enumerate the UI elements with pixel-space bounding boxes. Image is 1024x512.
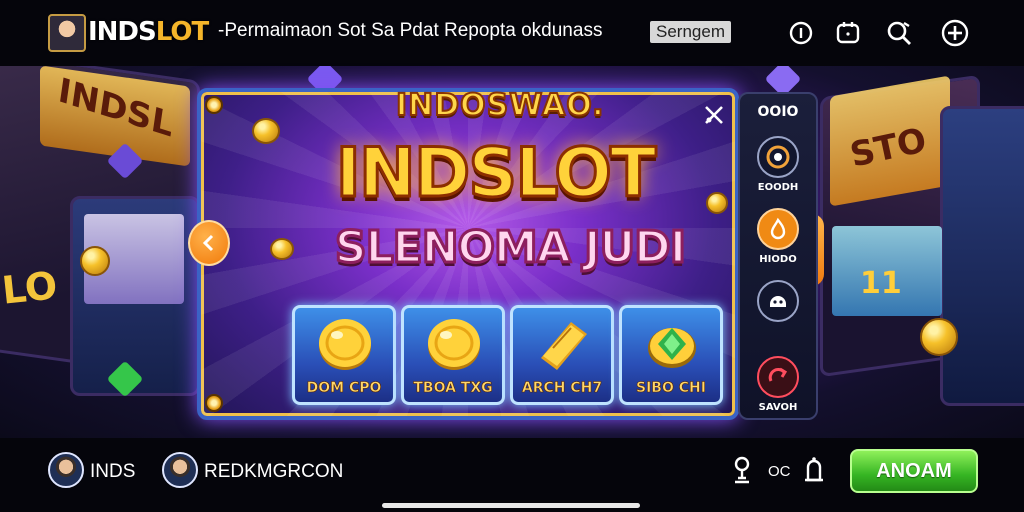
gold-coin-icon bbox=[319, 319, 371, 370]
prize-card[interactable]: SIBO CHI bbox=[619, 305, 723, 405]
user-name[interactable]: REDKMGRCON bbox=[204, 461, 343, 483]
panel-title: INDSLOT bbox=[334, 133, 658, 215]
prize-label: DOM CPO bbox=[306, 380, 382, 397]
site-logo[interactable]: INDSLOT bbox=[88, 17, 209, 47]
logo-text-accent: LOT bbox=[155, 17, 209, 47]
logo-avatar[interactable] bbox=[48, 14, 86, 52]
user-name[interactable]: INDS bbox=[90, 461, 135, 483]
coin-icon bbox=[920, 318, 958, 356]
add-icon[interactable] bbox=[938, 16, 972, 50]
trophy-icon[interactable] bbox=[728, 454, 756, 486]
quick-menu-item[interactable]: SAVOH bbox=[738, 356, 818, 413]
gold-coin-icon bbox=[428, 319, 480, 370]
quick-menu-title: OOIO bbox=[757, 104, 799, 120]
prize-label: SIBO CHI bbox=[636, 380, 707, 397]
panel-headline: SLENOMA JUDI bbox=[333, 221, 687, 275]
bell-icon[interactable] bbox=[800, 454, 828, 486]
tagline-badge[interactable]: Serngem bbox=[650, 21, 731, 43]
green-gem-icon bbox=[648, 328, 696, 368]
arcade-sign-right-lower: 11 bbox=[860, 266, 902, 301]
quick-menu-item[interactable] bbox=[738, 280, 818, 326]
quick-menu-item[interactable]: EOODH bbox=[738, 136, 818, 193]
quick-menu-label: EOODH bbox=[757, 182, 799, 193]
home-indicator[interactable] bbox=[382, 503, 640, 508]
logo-text-main: INDS bbox=[88, 17, 157, 47]
prize-card[interactable]: TBOA TXG bbox=[401, 305, 505, 405]
wheel-icon bbox=[757, 136, 799, 178]
info-icon[interactable] bbox=[784, 16, 818, 50]
panel-rivet-icon bbox=[205, 96, 223, 114]
avatar[interactable] bbox=[162, 452, 198, 488]
coin-icon bbox=[80, 246, 110, 276]
coin-icon bbox=[706, 192, 728, 214]
golden-ticket-icon bbox=[541, 322, 587, 370]
close-icon[interactable] bbox=[701, 102, 727, 128]
quick-menu-label: SAVOH bbox=[758, 402, 798, 413]
prize-card[interactable]: DOM CPO bbox=[292, 305, 396, 405]
avatar[interactable] bbox=[48, 452, 84, 488]
coin-icon bbox=[252, 118, 280, 144]
cta-button[interactable]: ANOAM bbox=[850, 449, 978, 493]
prize-card[interactable]: ARCH CH7 bbox=[510, 305, 614, 405]
search-icon[interactable] bbox=[882, 16, 916, 50]
chevron-left-icon bbox=[202, 234, 214, 252]
quick-menu-item[interactable]: HIODO bbox=[738, 208, 818, 265]
coin-icon bbox=[270, 238, 294, 260]
quick-menu-label: HIODO bbox=[759, 254, 797, 265]
refresh-icon bbox=[757, 356, 799, 398]
panel-rivet-icon bbox=[205, 394, 223, 412]
fire-icon bbox=[757, 208, 799, 250]
prize-label: TBOA TXG bbox=[413, 380, 493, 397]
site-tagline: -Permaimaon Sot Sa Pdat Repopta okdunass bbox=[218, 20, 603, 41]
slot-machine-right bbox=[940, 106, 1024, 406]
notification-count: OC bbox=[768, 463, 791, 480]
arcade-sign-left-lower: LO bbox=[0, 263, 60, 313]
helmet-icon bbox=[757, 280, 799, 322]
previous-button[interactable] bbox=[188, 220, 230, 266]
prize-label: ARCH CH7 bbox=[521, 380, 603, 397]
chat-icon[interactable] bbox=[831, 16, 865, 50]
panel-subtitle: INDOSWAO. bbox=[395, 87, 605, 124]
